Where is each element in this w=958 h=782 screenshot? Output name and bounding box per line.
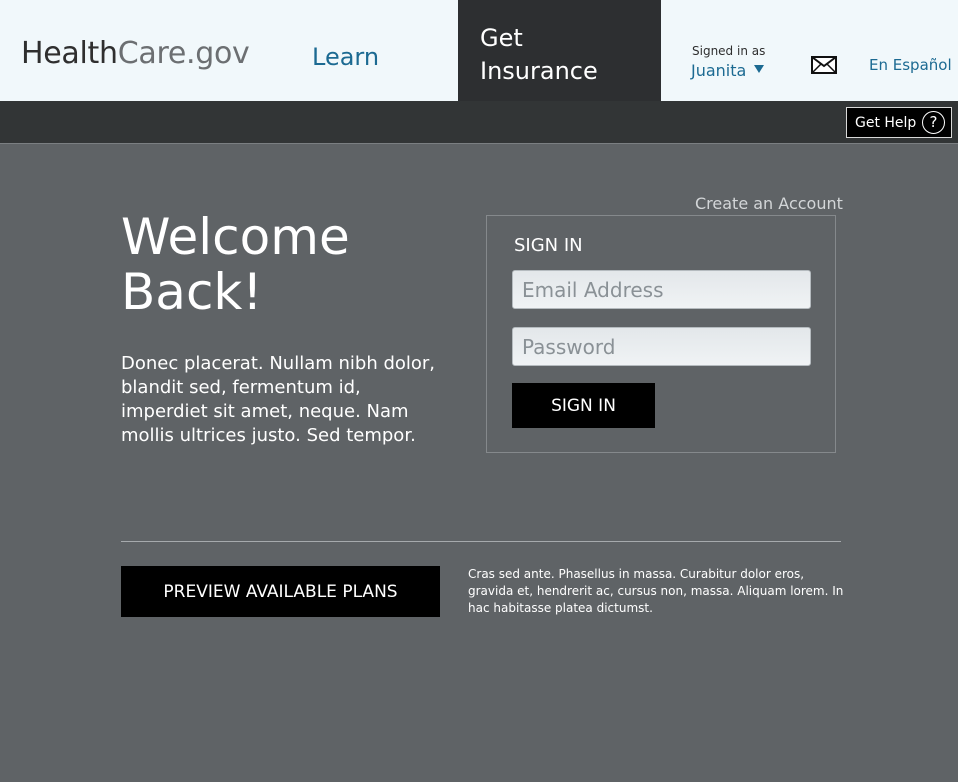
- logo-health: Health: [21, 36, 118, 71]
- top-navigation-bar: HealthCare.gov Learn Get Insurance Signe…: [0, 0, 958, 101]
- question-circle-icon: ?: [922, 111, 945, 134]
- preview-plans-button[interactable]: PREVIEW AVAILABLE PLANS: [121, 566, 440, 617]
- signin-title: SIGN IN: [514, 235, 583, 256]
- section-divider: [121, 541, 841, 542]
- user-menu-toggle[interactable]: Juanita: [691, 61, 765, 81]
- caret-down-icon: [754, 65, 765, 73]
- get-help-label: Get Help: [855, 115, 917, 131]
- logo-caregov: Care.gov: [117, 36, 250, 71]
- language-link[interactable]: En Español: [869, 55, 952, 75]
- create-account-link[interactable]: Create an Account: [695, 194, 843, 214]
- nav-get-insurance-tab[interactable]: Get Insurance: [458, 0, 661, 101]
- get-help-button[interactable]: Get Help ?: [846, 107, 952, 138]
- signin-button[interactable]: SIGN IN: [512, 383, 655, 428]
- user-name: Juanita: [691, 61, 747, 80]
- signed-in-label: Signed in as: [692, 44, 766, 58]
- welcome-heading: Welcome Back!: [121, 208, 350, 321]
- site-logo[interactable]: HealthCare.gov: [21, 34, 250, 74]
- secondary-bar: [0, 101, 958, 144]
- email-field[interactable]: [512, 270, 811, 309]
- nav-learn-link[interactable]: Learn: [312, 42, 379, 72]
- nav-get-insurance-label: Get Insurance: [480, 24, 598, 85]
- preview-description: Cras sed ante. Phasellus in massa. Curab…: [468, 567, 844, 615]
- envelope-icon[interactable]: [811, 56, 837, 74]
- intro-text: Donec placerat. Nullam nibh dolor, bland…: [121, 353, 436, 446]
- password-field[interactable]: [512, 327, 811, 366]
